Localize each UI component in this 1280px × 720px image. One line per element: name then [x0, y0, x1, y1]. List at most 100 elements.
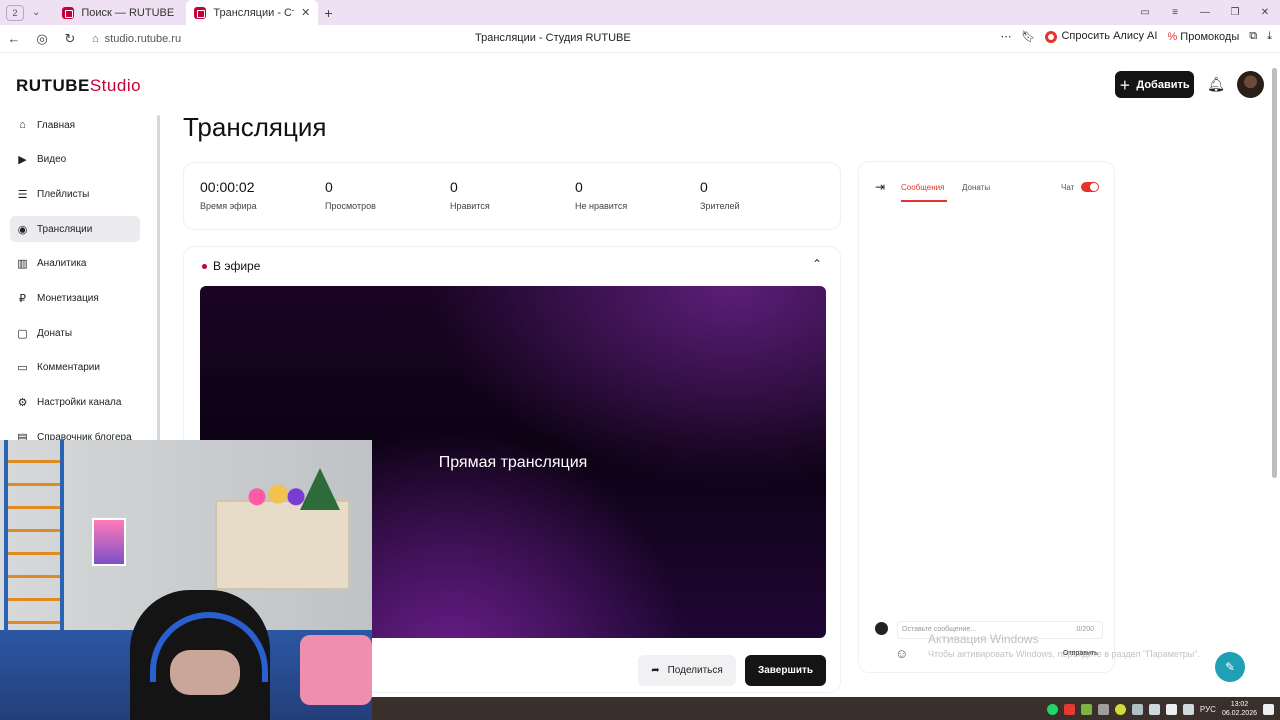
collapse-panel-icon[interactable]: ⇥: [875, 180, 885, 194]
tray-app-icon[interactable]: [1097, 703, 1109, 715]
cam-wall-bars: [4, 440, 64, 640]
chat-user-avatar: [875, 622, 888, 635]
whatsapp-icon[interactable]: [1046, 703, 1058, 715]
share-icon: ➦: [651, 665, 660, 676]
extensions-icon[interactable]: ⧉: [1249, 30, 1257, 43]
sidebar-item-home[interactable]: ⌂ Главная: [10, 112, 140, 138]
sidebar-item-video[interactable]: ▶ Видео: [10, 147, 140, 173]
cam-pillow: [300, 635, 372, 705]
new-tab-icon[interactable]: +: [324, 5, 332, 21]
stat-value: 0: [450, 179, 458, 195]
rutube-studio-logo[interactable]: RUTUBEStudio: [16, 76, 141, 96]
chevron-up-icon[interactable]: ⌃: [812, 257, 822, 271]
close-tab-icon[interactable]: ✕: [301, 6, 310, 19]
minimize-icon[interactable]: —: [1190, 7, 1220, 18]
tab-messages[interactable]: Сообщения: [901, 183, 944, 192]
alisa-icon: [1045, 30, 1058, 43]
tray-app-icon[interactable]: [1063, 703, 1075, 715]
tab-title: Поиск — RUTUBE: [81, 6, 175, 19]
plus-icon: ＋: [1119, 79, 1131, 92]
window-controls: ▭ ≡ — ❐ ✕: [1130, 0, 1280, 25]
close-window-icon[interactable]: ✕: [1250, 7, 1280, 18]
tabs-dropdown-icon[interactable]: ⌄: [32, 7, 40, 18]
battery-icon[interactable]: [1182, 703, 1194, 715]
playlist-icon: ☰: [17, 188, 28, 201]
stat-views: 0 Просмотров: [309, 163, 434, 229]
char-counter: 0/200: [1076, 626, 1094, 633]
scroll-thumb[interactable]: [1272, 68, 1277, 478]
network-icon[interactable]: [1165, 703, 1177, 715]
cam-toys: [245, 480, 305, 508]
video-icon: ▶: [18, 154, 27, 167]
tray-app-icon[interactable]: [1114, 703, 1126, 715]
notifications-icon[interactable]: [1263, 703, 1274, 715]
notifications-bell-icon[interactable]: 🔔︎: [1207, 76, 1225, 94]
maximize-icon[interactable]: ❐: [1220, 7, 1250, 18]
windows-activation-text: Чтобы активировать Windows, перейдите в …: [928, 649, 1200, 659]
active-tab-indicator: [901, 200, 947, 202]
site-info-icon[interactable]: ⌂: [92, 33, 99, 45]
back-icon[interactable]: ←: [0, 31, 28, 46]
nvidia-icon[interactable]: [1080, 703, 1092, 715]
sidebar-scrollbar[interactable]: [157, 115, 160, 445]
sidebar-item-playlists[interactable]: ☰ Плейлисты: [10, 181, 140, 207]
live-label: В эфире: [213, 259, 261, 273]
collections-icon[interactable]: ▭: [1130, 7, 1160, 18]
stat-label: Просмотров: [325, 201, 376, 211]
page-title-display: Трансляции - Студия RUTUBE: [475, 32, 631, 44]
yandex-icon[interactable]: ◎: [28, 31, 56, 47]
rutube-favicon-icon: [194, 6, 207, 19]
analytics-icon: ▥: [17, 258, 28, 271]
cam-shelf: [215, 500, 350, 590]
end-stream-button[interactable]: Завершить: [745, 655, 826, 686]
page-scrollbar[interactable]: [1271, 60, 1278, 480]
clock[interactable]: 13:02 06.02.2026: [1222, 700, 1257, 718]
tab-title: Трансляции - Студия RUTUBE: [213, 6, 294, 19]
cam-poster: [92, 518, 126, 566]
page-title: Трансляция: [183, 112, 327, 142]
percent-icon: %: [1167, 30, 1178, 43]
user-avatar[interactable]: [1237, 71, 1264, 98]
emoji-icon[interactable]: ☺: [895, 646, 908, 661]
add-button[interactable]: ＋ Добавить: [1115, 71, 1194, 98]
bookmark-icon[interactable]: 🔖︎: [1022, 30, 1036, 43]
rutube-favicon-icon: [62, 6, 75, 19]
reload-icon[interactable]: ↻: [56, 31, 84, 47]
clock-date: 06.02.2026: [1221, 710, 1257, 717]
browser-tab-studio[interactable]: Трансляции - Студия RUTUBE ✕: [186, 0, 319, 25]
windows-activation-title: Активация Windows: [928, 632, 1039, 646]
sidebar-item-analytics[interactable]: ▥ Аналитика: [10, 251, 140, 277]
url-field[interactable]: ⌂ studio.rutube.ru: [92, 33, 181, 45]
menu-icon[interactable]: ≡: [1160, 7, 1190, 18]
downloads-icon[interactable]: ⤓: [1267, 30, 1272, 43]
share-button[interactable]: ➦ Поделиться: [638, 655, 736, 686]
donate-icon: ▢: [17, 327, 28, 340]
stat-likes: 0 Нравится: [434, 163, 559, 229]
address-bar-actions: ⋯ 🔖︎ Спросить Алису AI % Промокоды ⧉ ⤓: [1001, 30, 1272, 43]
more-icon[interactable]: ⋯: [1001, 30, 1012, 43]
sidebar-item-comments[interactable]: ▭ Комментарии: [10, 355, 140, 381]
sidebar-item-monetization[interactable]: ₽ Монетизация: [10, 285, 140, 311]
tab-donations[interactable]: Донаты: [962, 183, 990, 192]
chat-toggle-label: Чат: [1061, 183, 1075, 192]
sidebar-item-broadcasts[interactable]: ◉ Трансляции: [10, 216, 140, 243]
home-icon: ⌂: [19, 119, 26, 131]
stat-value: 0: [575, 179, 583, 195]
language-indicator[interactable]: РУС: [1200, 705, 1216, 714]
live-status: В эфире: [202, 259, 260, 273]
browser-tabbar: 2 ⌄ Поиск — RUTUBE Трансляции - Студия R…: [0, 0, 1280, 25]
sidebar-item-donations[interactable]: ▢ Донаты: [10, 320, 140, 346]
stream-stats-card: 00:00:02 Время эфира 0 Просмотров 0 Нравитс…: [184, 163, 840, 229]
tab-counter[interactable]: 2: [6, 4, 24, 21]
ask-alisa-button[interactable]: Спросить Алису AI: [1045, 30, 1157, 43]
sidebar-item-channel-settings[interactable]: ⚙ Настройки канала: [10, 390, 140, 416]
clock-time: 13:02: [1230, 701, 1249, 708]
volume-icon[interactable]: [1148, 703, 1160, 715]
chat-toggle[interactable]: [1081, 182, 1099, 192]
browser-tab-search[interactable]: Поиск — RUTUBE: [54, 0, 186, 25]
address-bar: ← ◎ ↻ ⌂ studio.rutube.ru Трансляции - Ст…: [0, 25, 1280, 53]
chat-panel: ⇥ Сообщения Донаты Чат Оставьте сообщени…: [859, 162, 1114, 672]
promo-button[interactable]: % Промокоды: [1167, 31, 1239, 43]
support-chat-icon[interactable]: ✎: [1215, 652, 1245, 682]
bluetooth-icon[interactable]: [1131, 703, 1143, 715]
